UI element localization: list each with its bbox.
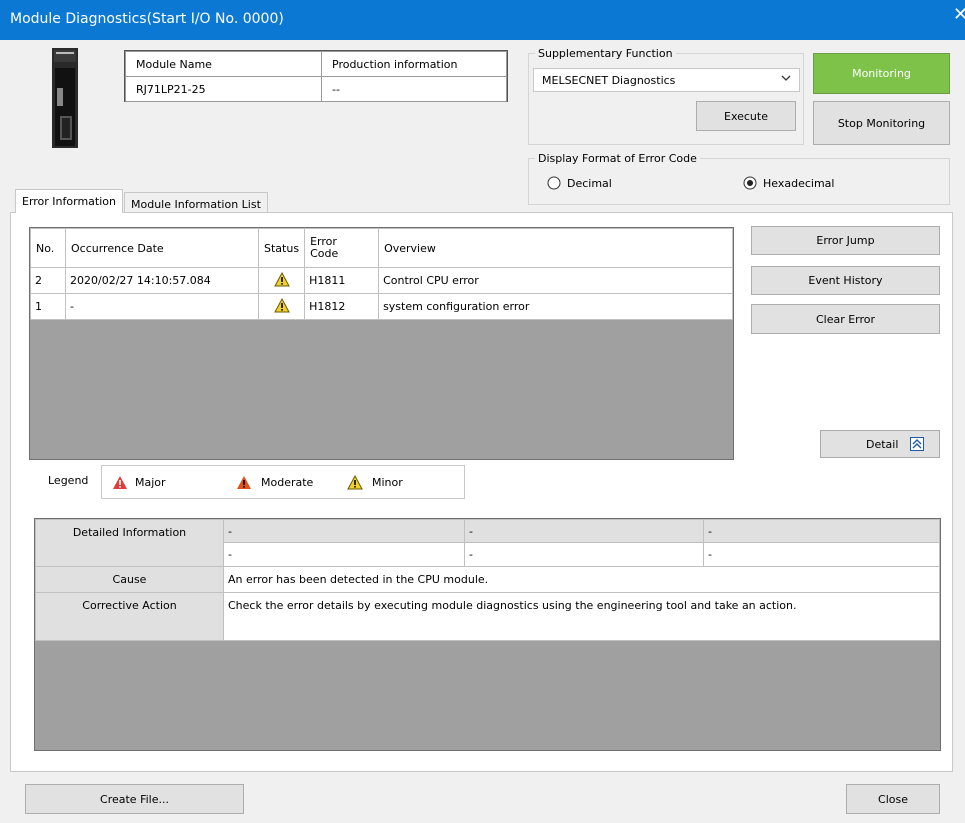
collapse-up-icon [910,437,925,451]
moderate-label: Moderate [261,476,314,489]
error-format-label: Display Format of Error Code [535,152,700,165]
row-status [257,293,306,320]
detail-cell: - [703,542,940,567]
col-status: Status [257,228,306,268]
event-history-button[interactable]: Event History [751,266,940,295]
row-overview: system configuration error [378,293,733,320]
col-no: No. [30,228,66,268]
supplementary-select[interactable]: MELSECNET Diagnostics [533,68,800,92]
row-date: - [65,293,259,320]
detail-cell: - [464,519,704,543]
row-code: H1811 [304,267,380,294]
detail-cell: - [464,542,704,567]
production-info-header: Production information [321,51,507,77]
production-info-value: -- [321,76,507,102]
minor-warning-icon [273,271,290,286]
close-icon[interactable]: ✕ [953,4,965,34]
error-history-grid: No. Occurrence Date Status Error Code Ov… [29,227,734,460]
minor-label: Minor [372,476,403,489]
row-date: 2020/02/27 14:10:57.084 [65,267,259,294]
col-occurrence-date: Occurrence Date [65,228,259,268]
close-button[interactable]: Close [846,784,940,814]
hexadecimal-label: Hexadecimal [763,176,835,190]
detail-cell: - [223,542,465,567]
supplementary-function-label: Supplementary Function [535,47,676,60]
row-no: 1 [30,293,66,320]
corrective-action-text: Check the error details by executing mod… [223,592,940,641]
stop-monitoring-button[interactable]: Stop Monitoring [813,101,950,145]
detail-cell: - [703,519,940,543]
module-image [52,48,78,148]
error-jump-button[interactable]: Error Jump [751,226,940,255]
row-code: H1812 [304,293,380,320]
detail-label: Detail [866,437,899,451]
cause-label: Cause [35,566,224,593]
row-status [257,267,306,294]
supplementary-select-value: MELSECNET Diagnostics [542,74,676,87]
title-bar: Module Diagnostics(Start I/O No. 0000) ✕ [0,0,965,40]
radio-checked-icon [743,176,757,190]
module-name-value: RJ71LP21-25 [125,76,322,102]
cause-text: An error has been detected in the CPU mo… [223,566,940,593]
col-error-code: Error Code [304,228,380,268]
major-icon [113,476,127,489]
decimal-radio[interactable]: Decimal [547,175,612,191]
table-row[interactable]: 1 - H1812 system configuration error [30,293,733,320]
detail-button[interactable]: Detail [820,430,940,458]
module-info-table: Module Name Production information RJ71L… [124,50,508,102]
clear-error-button[interactable]: Clear Error [751,304,940,334]
hexadecimal-radio[interactable]: Hexadecimal [743,175,834,191]
row-no: 2 [30,267,66,294]
legend-box: Major Moderate Minor [101,465,465,499]
decimal-label: Decimal [567,176,612,190]
minor-warning-icon [273,297,290,312]
window-title: Module Diagnostics(Start I/O No. 0000) [10,11,284,27]
legend-title: Legend [48,474,89,487]
col-overview: Overview [378,228,733,268]
chevron-down-icon [781,73,791,86]
detailed-information-label: Detailed Information [35,519,224,567]
supplementary-function-group [528,53,804,145]
row-overview: Control CPU error [378,267,733,294]
col-error-code-line2: Code [310,247,339,260]
table-row[interactable]: 2 2020/02/27 14:10:57.084 H1811 Control … [30,267,733,294]
detail-information-panel: Detailed Information - - - - - - Cause A… [34,518,941,751]
tab-error-information[interactable]: Error Information [15,189,123,213]
create-file-button[interactable]: Create File... [25,784,244,814]
module-name-header: Module Name [125,51,322,77]
monitoring-button[interactable]: Monitoring [813,53,950,94]
detail-cell: - [223,519,465,543]
radio-unchecked-icon [547,176,561,190]
minor-icon [347,475,363,490]
tab-module-information-list[interactable]: Module Information List [124,192,268,214]
major-label: Major [135,476,166,489]
moderate-icon [237,476,251,489]
execute-button[interactable]: Execute [696,101,796,131]
corrective-action-label: Corrective Action [35,592,224,641]
